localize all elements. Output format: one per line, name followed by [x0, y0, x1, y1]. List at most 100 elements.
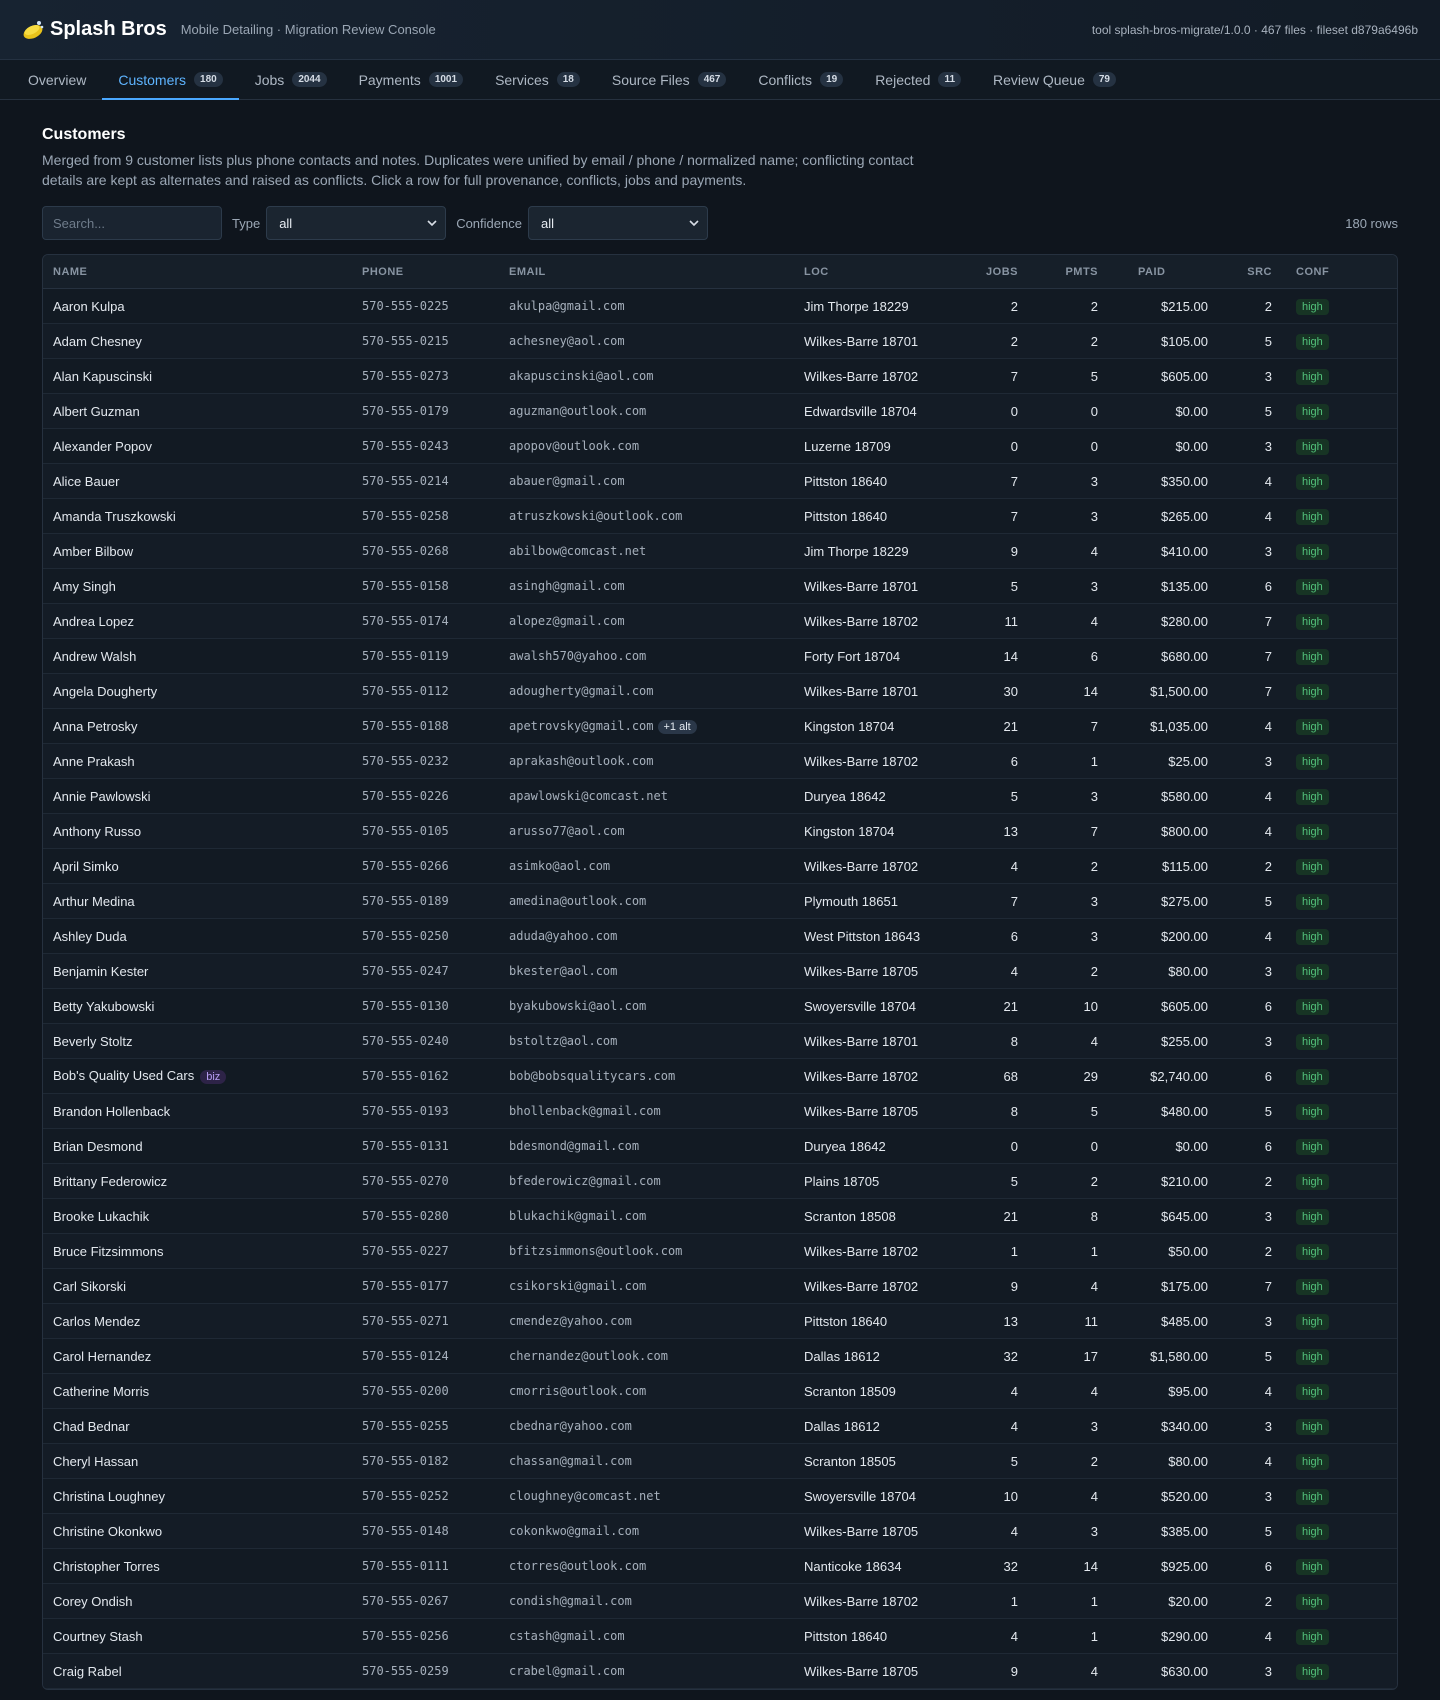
column-header-phone[interactable]: PHONE — [352, 255, 499, 289]
table-row[interactable]: Carl Sikorski 570-555-0177 csikorski@gmail… — [43, 1268, 1397, 1304]
table-row[interactable]: Anne Prakash 570-555-0232 aprakash@outlook… — [43, 743, 1397, 779]
customer-name: April Simko — [53, 858, 119, 874]
confidence-cell: high — [1282, 603, 1397, 639]
table-row[interactable]: Angela Dougherty 570-555-0112 adougherty@g… — [43, 673, 1397, 709]
payments-cell: 0 — [1028, 428, 1108, 464]
confidence-cell: high — [1282, 288, 1397, 324]
table-row[interactable]: Aaron Kulpa 570-555-0225 akulpa@gmail.com J… — [43, 288, 1397, 324]
table-row[interactable]: Betty Yakubowski 570-555-0130 byakubowski@… — [43, 988, 1397, 1024]
table-row[interactable]: Ashley Duda 570-555-0250 aduda@yahoo.com We… — [43, 918, 1397, 954]
tab-source-files[interactable]: Source Files 467 — [596, 60, 743, 99]
table-row[interactable]: Bob's Quality Used Cars biz 570-555-0162 bo… — [43, 1058, 1397, 1094]
payments-cell: 2 — [1028, 953, 1108, 989]
confidence-badge: high — [1296, 1663, 1329, 1680]
table-row[interactable]: Brandon Hollenback 570-555-0193 bhollenbac… — [43, 1093, 1397, 1129]
column-header-email[interactable]: EMAIL — [499, 255, 794, 289]
table-row[interactable]: Brittany Federowicz 570-555-0270 bfederowi… — [43, 1163, 1397, 1199]
table-row[interactable]: Alice Bauer 570-555-0214 abauer@gmail.com P… — [43, 463, 1397, 499]
table-row[interactable]: Arthur Medina 570-555-0189 amedina@outlook… — [43, 883, 1397, 919]
source-count-cell: 6 — [1218, 1058, 1282, 1094]
table-row[interactable]: Amanda Truszkowski 570-555-0258 atruszkows… — [43, 498, 1397, 534]
table-row[interactable]: Andrew Walsh 570-555-0119 awalsh570@yahoo.… — [43, 638, 1397, 674]
tab-customers[interactable]: Customers 180 — [102, 60, 240, 100]
email-cell: apawlowski@comcast.net — [499, 778, 794, 814]
phone-cell: 570-555-0271 — [352, 1303, 499, 1339]
table-row[interactable]: April Simko 570-555-0266 asimko@aol.com Wil… — [43, 848, 1397, 884]
customer-name-cell: Carlos Mendez — [43, 1303, 352, 1339]
table-row[interactable]: Anthony Russo 570-555-0105 arusso77@aol.co… — [43, 813, 1397, 849]
confidence-filter-select[interactable]: all — [527, 206, 708, 240]
source-count-cell: 7 — [1218, 603, 1282, 639]
payments-cell: 7 — [1028, 708, 1108, 744]
confidence-cell: high — [1282, 1163, 1397, 1199]
table-row[interactable]: Benjamin Kester 570-555-0247 bkester@aol.c… — [43, 953, 1397, 989]
confidence-cell: high — [1282, 568, 1397, 604]
table-row[interactable]: Alan Kapuscinski 570-555-0273 akapuscinski… — [43, 358, 1397, 394]
table-row[interactable]: Andrea Lopez 570-555-0174 alopez@gmail.com… — [43, 603, 1397, 639]
paid-cell: $280.00 — [1108, 603, 1218, 639]
table-row[interactable]: Christine Okonkwo 570-555-0148 cokonkwo@gm… — [43, 1513, 1397, 1549]
table-row[interactable]: Amber Bilbow 570-555-0268 abilbow@comcast.… — [43, 533, 1397, 569]
location-cell: Forty Fort 18704 — [794, 638, 964, 674]
table-row[interactable]: Alexander Popov 570-555-0243 apopov@outloo… — [43, 428, 1397, 464]
email-cell: asimko@aol.com — [499, 848, 794, 884]
column-header-src[interactable]: SRC — [1218, 255, 1282, 289]
location-cell: Duryea 18642 — [794, 1128, 964, 1164]
table-row[interactable]: Brooke Lukachik 570-555-0280 blukachik@gma… — [43, 1198, 1397, 1234]
tab-services[interactable]: Services 18 — [479, 60, 596, 99]
table-row[interactable]: Christopher Torres 570-555-0111 ctorres@ou… — [43, 1548, 1397, 1584]
table-row[interactable]: Adam Chesney 570-555-0215 achesney@aol.com… — [43, 323, 1397, 359]
table-row[interactable]: Anna Petrosky 570-555-0188 apetrovsky@gmai… — [43, 708, 1397, 744]
table-row[interactable]: Brian Desmond 570-555-0131 bdesmond@gmail.… — [43, 1128, 1397, 1164]
table-row[interactable]: Amy Singh 570-555-0158 asingh@gmail.com Wil… — [43, 568, 1397, 604]
table-row[interactable]: Bruce Fitzsimmons 570-555-0227 bfitzsimmon… — [43, 1233, 1397, 1269]
table-row[interactable]: Annie Pawlowski 570-555-0226 apawlowski@co… — [43, 778, 1397, 814]
location-cell: Wilkes-Barre 18702 — [794, 603, 964, 639]
table-row[interactable]: Cheryl Hassan 570-555-0182 chassan@gmail.c… — [43, 1443, 1397, 1479]
column-header-conf[interactable]: CONF — [1282, 255, 1397, 289]
confidence-badge: high — [1296, 893, 1329, 910]
table-row[interactable]: Craig Rabel 570-555-0259 crabel@gmail.com W… — [43, 1653, 1397, 1689]
payments-cell: 3 — [1028, 463, 1108, 499]
table-row[interactable]: Carlos Mendez 570-555-0271 cmendez@yahoo.c… — [43, 1303, 1397, 1339]
table-row[interactable]: Courtney Stash 570-555-0256 cstash@gmail.c… — [43, 1618, 1397, 1654]
location-cell: Plains 18705 — [794, 1163, 964, 1199]
search-input[interactable] — [42, 206, 222, 240]
email: bhollenback@gmail.com — [509, 1104, 661, 1118]
phone-cell: 570-555-0227 — [352, 1233, 499, 1269]
tab-payments[interactable]: Payments 1001 — [343, 60, 480, 99]
alternate-contact-badge: +1 alt — [657, 719, 697, 734]
customer-name-cell: Brian Desmond — [43, 1128, 352, 1164]
jobs-cell: 32 — [964, 1338, 1028, 1374]
tab-review-queue[interactable]: Review Queue 79 — [977, 60, 1132, 99]
tab-overview[interactable]: Overview — [12, 60, 102, 99]
customer-name-cell: Amber Bilbow — [43, 533, 352, 569]
table-row[interactable]: Beverly Stoltz 570-555-0240 bstoltz@aol.co… — [43, 1023, 1397, 1059]
source-count-cell: 2 — [1218, 848, 1282, 884]
location-cell: Edwardsville 18704 — [794, 393, 964, 429]
table-row[interactable]: Albert Guzman 570-555-0179 aguzman@outlook… — [43, 393, 1397, 429]
payments-cell: 3 — [1028, 778, 1108, 814]
table-row[interactable]: Christina Loughney 570-555-0252 cloughney@… — [43, 1478, 1397, 1514]
customer-name: Anne Prakash — [53, 753, 135, 769]
table-row[interactable]: Chad Bednar 570-555-0255 cbednar@yahoo.com… — [43, 1408, 1397, 1444]
jobs-cell: 4 — [964, 953, 1028, 989]
table-row[interactable]: Corey Ondish 570-555-0267 condish@gmail.co… — [43, 1583, 1397, 1619]
type-filter-select[interactable]: all — [266, 206, 447, 240]
column-header-paid[interactable]: PAID — [1108, 255, 1218, 289]
tab-rejected[interactable]: Rejected 11 — [859, 60, 977, 99]
tab-conflicts[interactable]: Conflicts 19 — [742, 60, 859, 99]
tab-jobs[interactable]: Jobs 2044 — [239, 60, 343, 99]
table-row[interactable]: Carol Hernandez 570-555-0124 chernandez@ou… — [43, 1338, 1397, 1374]
customer-name: Benjamin Kester — [53, 963, 149, 979]
jobs-cell: 6 — [964, 918, 1028, 954]
email-cell: crabel@gmail.com — [499, 1653, 794, 1689]
column-header-pmts[interactable]: PMTS — [1028, 255, 1108, 289]
column-header-loc[interactable]: LOC — [794, 255, 964, 289]
column-header-jobs[interactable]: JOBS — [964, 255, 1028, 289]
customer-name: Alexander Popov — [53, 438, 153, 454]
email: cstash@gmail.com — [509, 1629, 625, 1643]
table-row[interactable]: Catherine Morris 570-555-0200 cmorris@outl… — [43, 1373, 1397, 1409]
column-header-name[interactable]: NAME — [43, 255, 352, 289]
confidence-badge: high — [1296, 1278, 1329, 1295]
